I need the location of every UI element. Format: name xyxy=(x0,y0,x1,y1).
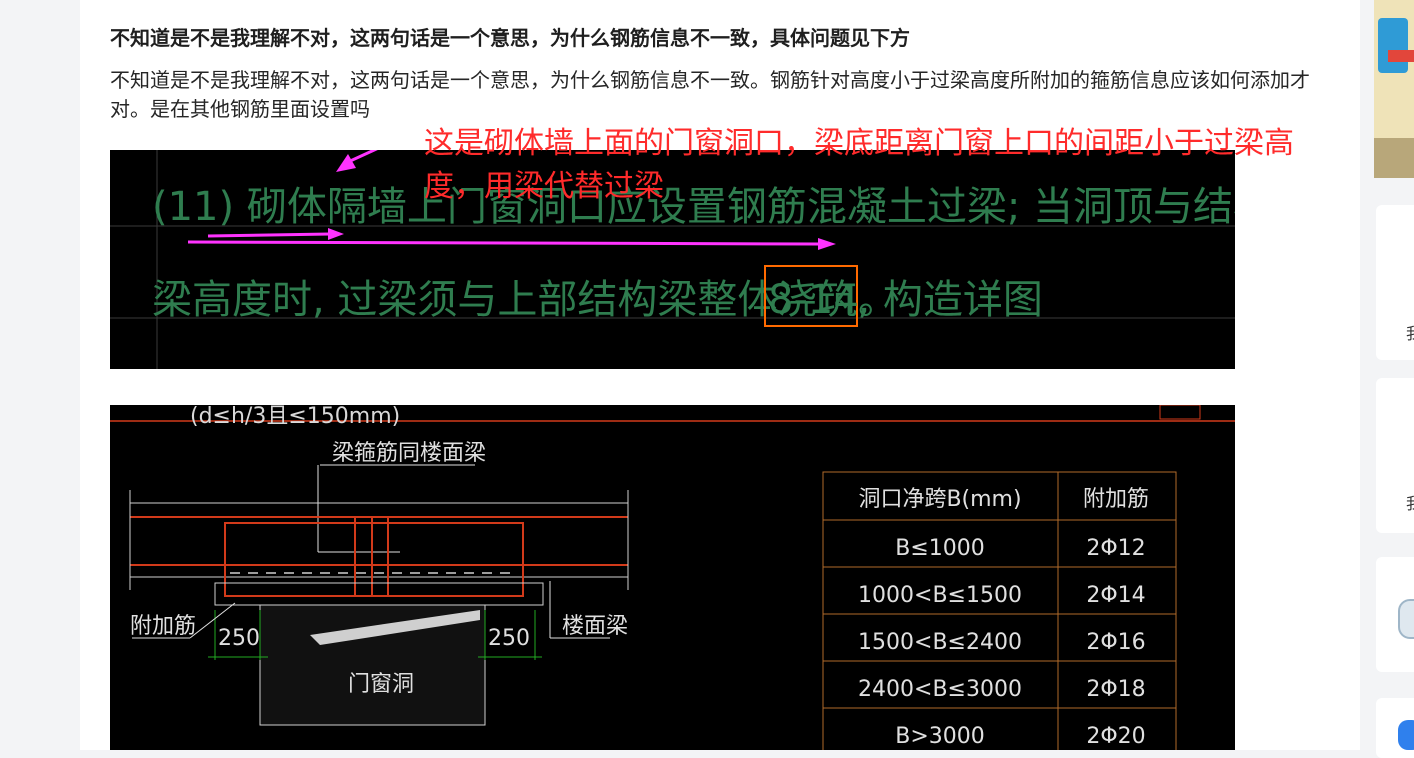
banner-thumbnail[interactable] xyxy=(1374,0,1414,178)
table-cell: 2400<B≤3000 xyxy=(858,677,1022,702)
side-card-4[interactable] xyxy=(1376,698,1414,758)
table-cell: 1000<B≤1500 xyxy=(858,583,1022,608)
dim-right: 250 xyxy=(488,626,530,651)
table-header-rebar: 附加筋 xyxy=(1083,487,1149,512)
left-label: 附加筋 xyxy=(130,614,196,639)
arrow-line-2 xyxy=(187,240,821,246)
annotation-text: 这是砌体墙上面的门窗洞口，梁底距离门窗上口的间距小于过梁高度，用梁代替过梁 xyxy=(424,126,1294,204)
table-cell: 2Φ18 xyxy=(1086,677,1145,702)
table-cell: 2Φ16 xyxy=(1086,630,1145,655)
arrow-head-3-icon xyxy=(336,154,356,172)
cad-ref: 8-14 xyxy=(768,277,859,323)
cad-detail-svg: (d≤h/3且≤150mm) 梁箍筋同楼面梁 250 250 附加筋 楼面梁 门… xyxy=(110,405,1235,750)
robot-icon xyxy=(1398,599,1414,639)
table-cell: B>3000 xyxy=(895,724,985,749)
cad-line-end: 。 xyxy=(858,277,898,323)
dim-left: 250 xyxy=(218,626,260,651)
cad-line-2: 梁高度时, 过梁须与上部结构梁整体浇筑, 构造详图 xyxy=(152,277,1043,323)
table-cell: 2Φ12 xyxy=(1086,536,1145,561)
side-card-2[interactable]: 我 xyxy=(1376,378,1414,533)
side-card-1[interactable]: 我 xyxy=(1376,205,1414,360)
rebar-table: 洞口净跨B(mm) 附加筋 B≤1000 2Φ12 1000<B≤1500 2Φ… xyxy=(822,471,1177,750)
arrow-line-3 xyxy=(347,128,419,164)
arrow-head-2-icon xyxy=(818,238,836,250)
cad-detail-image[interactable]: (d≤h/3且≤150mm) 梁箍筋同楼面梁 250 250 附加筋 楼面梁 门… xyxy=(110,405,1235,750)
table-header-span: 洞口净跨B(mm) xyxy=(858,487,1021,512)
question-body: 不知道是不是我理解不对，这两句话是一个意思，为什么钢筋信息不一致。钢筋针对高度小… xyxy=(110,68,1310,121)
table-cell: 2Φ20 xyxy=(1086,724,1145,749)
side-card-3[interactable] xyxy=(1376,557,1414,672)
question-title: 不知道是不是我理解不对，这两句话是一个意思，为什么钢筋信息不一致，具体问题见下方 xyxy=(110,26,910,50)
chat-icon xyxy=(1398,720,1414,750)
opening-label: 门窗洞 xyxy=(348,672,414,697)
stirrup-label: 梁箍筋同楼面梁 xyxy=(332,441,486,466)
arrow-line-1 xyxy=(207,232,331,238)
table-cell: B≤1000 xyxy=(895,536,985,561)
side-card-char: 我 xyxy=(1406,320,1414,344)
table-cell: 2Φ14 xyxy=(1086,583,1145,608)
table-cell: 1500<B≤2400 xyxy=(858,630,1022,655)
right-label: 楼面梁 xyxy=(562,614,628,639)
side-card-char: 我 xyxy=(1406,490,1414,514)
top-note: (d≤h/3且≤150mm) xyxy=(190,405,400,429)
